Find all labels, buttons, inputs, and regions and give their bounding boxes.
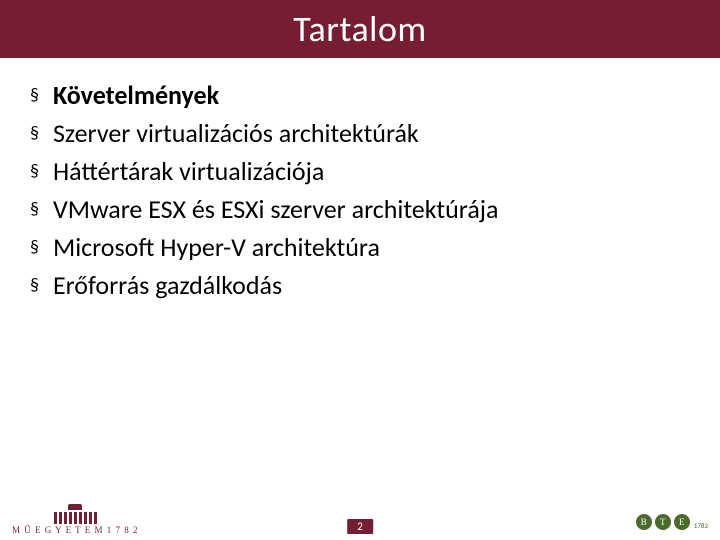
slide-title: Tartalom xyxy=(293,7,426,51)
bullet-icon: § xyxy=(30,268,39,302)
agenda-item-label: Háttértárak virtualizációja xyxy=(53,154,324,188)
bullet-icon: § xyxy=(30,78,39,112)
seal-logo-right: B T E 1782 xyxy=(636,514,708,530)
seal-letter: B xyxy=(636,514,652,530)
university-logo-left: M Ű E G Y E T E M 1 7 8 2 xyxy=(12,510,139,535)
content-area: § Követelmények § Szerver virtualizációs… xyxy=(0,58,720,510)
agenda-item: § VMware ESX és ESXi szerver architektúr… xyxy=(30,192,690,226)
slide: Tartalom § Követelmények § Szerver virtu… xyxy=(0,0,720,540)
agenda-item-label: Követelmények xyxy=(53,78,219,112)
page-number: 2 xyxy=(347,519,373,534)
bullet-icon: § xyxy=(30,192,39,226)
seal-letter: T xyxy=(655,514,671,530)
agenda-list: § Követelmények § Szerver virtualizációs… xyxy=(30,78,690,302)
agenda-item-label: Microsoft Hyper-V architektúra xyxy=(53,230,380,264)
footer: M Ű E G Y E T E M 1 7 8 2 2 B T E 1782 xyxy=(0,510,720,540)
building-icon xyxy=(46,510,104,524)
agenda-item: § Szerver virtualizációs architektúrák xyxy=(30,116,690,150)
bullet-icon: § xyxy=(30,116,39,150)
title-bar: Tartalom xyxy=(0,0,720,58)
agenda-item: § Követelmények xyxy=(30,78,690,112)
university-name: M Ű E G Y E T E M 1 7 8 2 xyxy=(12,525,139,535)
agenda-item-label: VMware ESX és ESXi szerver architektúráj… xyxy=(53,192,499,226)
agenda-item-label: Erőforrás gazdálkodás xyxy=(53,268,282,302)
bullet-icon: § xyxy=(30,154,39,188)
seal-year: 1782 xyxy=(694,521,708,530)
agenda-item: § Microsoft Hyper-V architektúra xyxy=(30,230,690,264)
agenda-item: § Háttértárak virtualizációja xyxy=(30,154,690,188)
bullet-icon: § xyxy=(30,230,39,264)
agenda-item: § Erőforrás gazdálkodás xyxy=(30,268,690,302)
seal-letter: E xyxy=(674,514,690,530)
agenda-item-label: Szerver virtualizációs architektúrák xyxy=(53,116,419,150)
